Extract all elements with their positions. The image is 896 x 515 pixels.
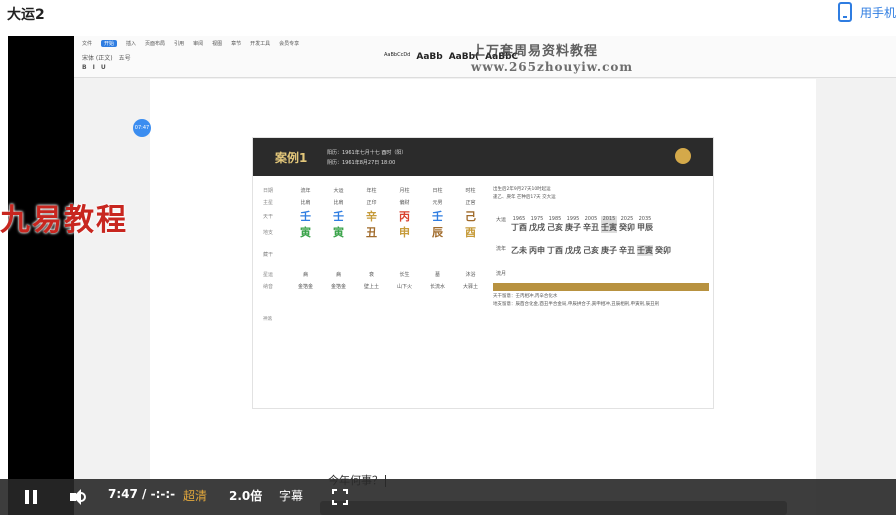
pillar-table: 日期 流年 大运 年柱 月柱 日柱 时柱 主星 比肩 比肩 正印 偏财 元男 正… bbox=[263, 184, 489, 292]
menu-review[interactable]: 审阅 bbox=[193, 40, 203, 47]
timestamp-badge: 07:47 bbox=[133, 119, 151, 137]
dayun-item-selected[interactable]: 2015 壬寅 bbox=[601, 216, 617, 233]
subtitle-button[interactable]: 字幕 bbox=[279, 487, 303, 504]
dayun-item[interactable]: 2035 甲辰 bbox=[637, 216, 653, 233]
watermark-url: www.265zhouyiw.com bbox=[471, 60, 634, 74]
dayun-item[interactable]: 1995 庚子 bbox=[565, 216, 581, 233]
menu-dev[interactable]: 开发工具 bbox=[250, 40, 270, 47]
liunian-item-selected[interactable]: 壬寅 bbox=[637, 245, 653, 256]
qiyun-note: 出生后2年9月27天10时起运 bbox=[493, 187, 551, 192]
liunian-item[interactable]: 乙未 bbox=[511, 245, 527, 256]
phone-button[interactable]: 用手机 bbox=[837, 2, 896, 22]
liunian-item[interactable]: 丙申 bbox=[529, 245, 545, 256]
font-name-select[interactable]: 宋体 (正文) bbox=[82, 53, 113, 62]
dayun-row: 大运 1965 丁酉 1975 戊戌 1985 己亥 1995 庚子 2005 辛丑 20… bbox=[493, 216, 709, 233]
phone-icon bbox=[837, 2, 852, 22]
case-title: 案例1 bbox=[275, 151, 308, 165]
video-player[interactable]: 文件 开始 插入 页面布局 引用 审阅 视图 章节 开发工具 会员专享 宋体 (… bbox=[8, 36, 896, 515]
doc-left-margin bbox=[74, 79, 152, 515]
menu-view[interactable]: 视图 bbox=[212, 40, 222, 47]
menu-member[interactable]: 会员专享 bbox=[279, 40, 299, 47]
solar-date: 阳历：1961年七月十七 酉时（阳） bbox=[327, 150, 407, 156]
liuyue-bar bbox=[493, 283, 709, 291]
dizhi-note: 地支留意：辰酉合化金,酉丑半合金局,申辰拱合子,寅申相冲,丑辰相刑,申寅刑,辰丑… bbox=[493, 302, 660, 307]
logo-icon bbox=[675, 148, 691, 164]
doc-page: 案例1 阳历：1961年七月十七 酉时（阳） 阴历：1961年8月27日 18:… bbox=[150, 79, 816, 515]
liunian-item[interactable]: 庚子 bbox=[601, 245, 617, 256]
liunian-item[interactable]: 癸卯 bbox=[655, 245, 671, 256]
bazi-card: 案例1 阳历：1961年七月十七 酉时（阳） 阴历：1961年8月27日 18:… bbox=[252, 137, 714, 409]
table-row: 藏干 bbox=[263, 251, 274, 258]
menu-insert[interactable]: 插入 bbox=[126, 40, 136, 47]
volume-icon[interactable] bbox=[70, 489, 88, 505]
speed-button[interactable]: 2.0倍 bbox=[229, 487, 262, 504]
menu-chapter[interactable]: 章节 bbox=[231, 40, 241, 47]
liunian-item[interactable]: 辛丑 bbox=[619, 245, 635, 256]
menu-file[interactable]: 文件 bbox=[82, 40, 92, 47]
menu-layout[interactable]: 页面布局 bbox=[145, 40, 165, 47]
time-display: 7:47 / -:-:- bbox=[108, 487, 176, 501]
video-frame: 文件 开始 插入 页面布局 引用 审阅 视图 章节 开发工具 会员专享 宋体 (… bbox=[74, 36, 896, 515]
font-size-select[interactable]: 五号 bbox=[119, 53, 131, 62]
liunian-label: 流年 bbox=[495, 246, 506, 252]
top-bar: 大运2 用手机 bbox=[0, 0, 896, 36]
table-row: 主星 比肩 比肩 正印 偏财 元男 正官 bbox=[263, 199, 476, 206]
pause-icon[interactable] bbox=[25, 490, 37, 504]
dayun-label: 大运 bbox=[495, 217, 506, 223]
luck-grid: 出生后2年9月27天10时起运 逢乙、庚年 芒种后17天 交大运 大运 1965… bbox=[493, 184, 709, 307]
quality-button[interactable]: 超清 bbox=[183, 487, 207, 504]
table-row: 纳音 金箔金 金箔金 壁上土 山下火 长流水 大驿土 bbox=[263, 283, 478, 290]
fullscreen-icon[interactable] bbox=[332, 489, 348, 505]
tiangan-note: 天干留意：壬丙相冲,丙辛合化水 bbox=[493, 294, 558, 299]
style-body[interactable]: AaBbCcDd bbox=[384, 52, 410, 62]
italic-icon[interactable]: I bbox=[93, 64, 95, 71]
card-header: 案例1 阳历：1961年七月十七 酉时（阳） 阴历：1961年8月27日 18:… bbox=[253, 138, 713, 176]
phone-label: 用手机 bbox=[859, 5, 896, 20]
liuyue-row: 流月 bbox=[493, 270, 709, 277]
menu-reference[interactable]: 引用 bbox=[174, 40, 184, 47]
table-row: 日期 流年 大运 年柱 月柱 日柱 时柱 bbox=[263, 187, 476, 194]
liunian-item[interactable]: 戊戌 bbox=[565, 245, 581, 256]
dayun-item[interactable]: 2005 辛丑 bbox=[583, 216, 599, 233]
menu-home[interactable]: 开始 bbox=[101, 40, 118, 47]
liunian-item[interactable]: 己亥 bbox=[583, 245, 599, 256]
style-h1[interactable]: AaBb bbox=[416, 52, 442, 62]
ribbon-menu: 文件 开始 插入 页面布局 引用 审阅 视图 章节 开发工具 会员专享 bbox=[82, 40, 299, 47]
liunian-item[interactable]: 丁酉 bbox=[547, 245, 563, 256]
font-row: 宋体 (正文) 五号 bbox=[82, 53, 131, 62]
format-row: B I U bbox=[82, 64, 106, 71]
dayun-item[interactable]: 1975 戊戌 bbox=[529, 216, 545, 233]
lunar-date: 阴历：1961年8月27日 18:00 bbox=[327, 160, 396, 166]
dayun-item[interactable]: 2025 癸卯 bbox=[619, 216, 635, 233]
bold-icon[interactable]: B bbox=[82, 64, 87, 71]
liuyue-label: 流月 bbox=[495, 271, 506, 277]
liunian-row: 流年 乙未 丙申 丁酉 戊戌 己亥 庚子 辛丑 壬寅 癸卯 bbox=[493, 245, 709, 256]
jiaoyun-note: 逢乙、庚年 芒种后17天 交大运 bbox=[493, 195, 556, 200]
player-controls: 7:47 / -:-:- 超清 2.0倍 字幕 bbox=[0, 479, 896, 515]
table-row: 天干 壬 壬 辛 丙 壬 己 bbox=[263, 210, 476, 223]
dayun-item[interactable]: 1985 己亥 bbox=[547, 216, 563, 233]
shensha-row: 神煞 bbox=[263, 317, 272, 322]
underline-icon[interactable]: U bbox=[101, 64, 106, 71]
page-title: 大运2 bbox=[7, 7, 45, 23]
table-row: 地支 寅 寅 丑 申 辰 酉 bbox=[263, 226, 476, 239]
watermark-title: 上万套周易资料教程 bbox=[472, 44, 599, 59]
dayun-item[interactable]: 1965 丁酉 bbox=[511, 216, 527, 233]
table-row: 星运 病 病 衰 长生 墓 沐浴 bbox=[263, 271, 476, 278]
brand-overlay: 九易教程 bbox=[0, 203, 128, 238]
